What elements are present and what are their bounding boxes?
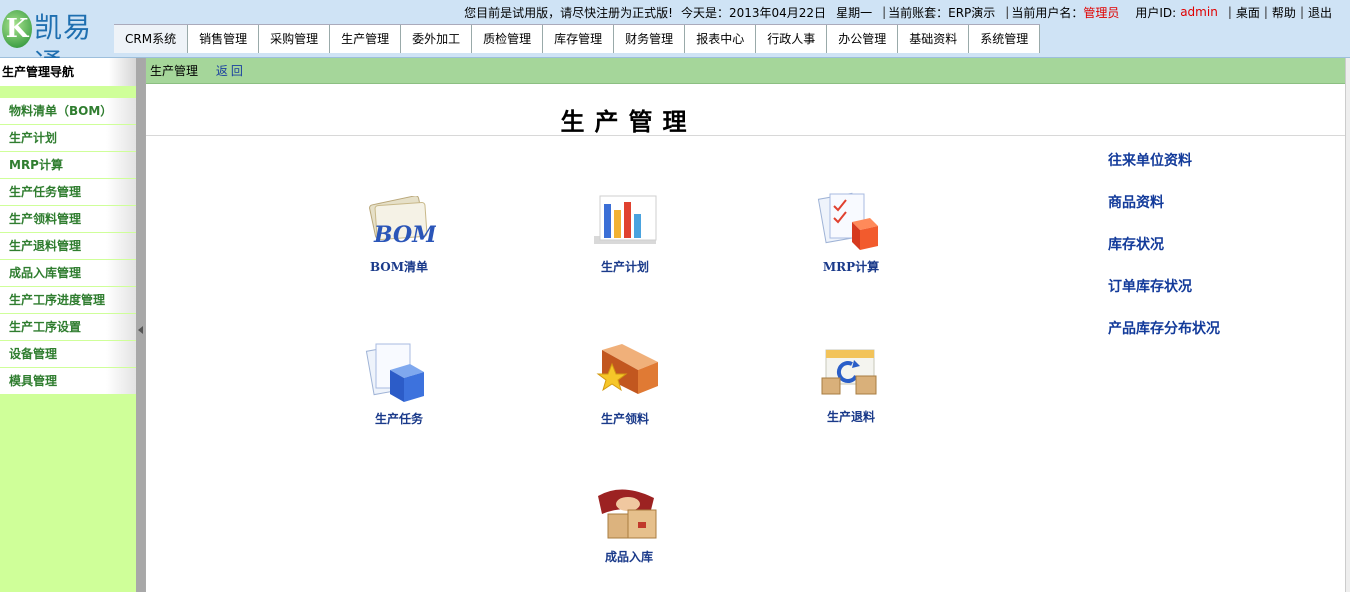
tile-plan-label: 生产计划 [600,260,649,274]
tile-return[interactable]: 生产退料 [796,340,906,430]
handshake-box-icon [598,489,657,539]
collapse-arrow-icon[interactable] [138,326,143,334]
tile-task-label: 生产任务 [374,412,423,426]
page-title: 生产管理 [560,107,697,136]
help-link[interactable]: 帮助 [1272,4,1296,21]
sidebar-item-molds[interactable]: 模具管理 [0,368,136,395]
sidebar-item-return[interactable]: 生产退料管理 [0,233,136,260]
tile-stockin-label: 成品入库 [604,550,653,564]
quick-links: 往来单位资料 商品资料 库存状况 订单库存状况 产品库存分布状况 [1108,150,1220,360]
nav-finance[interactable]: 财务管理 [614,25,686,53]
sidebar-item-task[interactable]: 生产任务管理 [0,179,136,206]
tile-return-label: 生产退料 [826,410,875,424]
bom-icon: BOM [369,196,436,248]
logout-link[interactable]: 退出 [1308,4,1332,21]
user-id-value: admin [1180,5,1218,19]
tile-pick[interactable]: 生产领料 [570,340,680,430]
task-box-icon [365,343,424,402]
sidebar-item-process-progress[interactable]: 生产工序进度管理 [0,287,136,314]
nav-hr[interactable]: 行政人事 [756,25,828,53]
separator: | [882,5,887,19]
sidebar-item-plan[interactable]: 生产计划 [0,125,136,152]
tile-stockin[interactable]: 成品入库 [574,482,684,572]
nav-crm[interactable]: CRM系统 [114,25,189,53]
user-id-label: 用户ID: [1135,5,1177,20]
quick-link-partners[interactable]: 往来单位资料 [1108,150,1220,192]
quick-link-order-stock[interactable]: 订单库存状况 [1108,276,1220,318]
vertical-scrollbar[interactable] [1345,58,1350,592]
current-user-label: 当前用户名： [1011,5,1084,20]
sidebar-item-process-setup[interactable]: 生产工序设置 [0,314,136,341]
separator: | [1005,5,1010,19]
return-boxes-icon [821,349,877,395]
nav-inventory[interactable]: 库存管理 [543,25,615,53]
sidebar-gap [0,86,136,98]
sidebar-title: 生产管理导航 [0,58,136,86]
info-bar: 您目前是试用版，请尽快注册为正式版! 今天是：2013年04月22日 星期一 |… [458,4,1332,20]
tile-task[interactable]: 生产任务 [344,340,454,430]
trial-notice: 您目前是试用版，请尽快注册为正式版! [464,5,673,20]
back-link[interactable]: 返回 [216,64,246,78]
sidebar-item-bom[interactable]: 物料清单（BOM） [0,98,136,125]
mrp-cube-icon [817,192,878,250]
separator: | [1263,5,1268,19]
sidebar-item-pick[interactable]: 生产领料管理 [0,206,136,233]
nav-quality[interactable]: 质检管理 [472,25,544,53]
sidebar-item-stockin[interactable]: 成品入库管理 [0,260,136,287]
tile-bom[interactable]: BOM BOM清单 [344,196,454,286]
bar-chart-icon [594,195,657,244]
nav-sales[interactable]: 销售管理 [188,25,260,53]
nav-reports[interactable]: 报表中心 [685,25,757,53]
sidebar-splitter[interactable] [136,58,145,592]
current-user-name: 管理员 [1083,5,1120,20]
main-nav: CRM系统 销售管理 采购管理 生产管理 委外加工 质检管理 库存管理 财务管理… [114,24,1041,53]
breadcrumb-current: 生产管理 [150,64,199,78]
desktop-link[interactable]: 桌面 [1236,4,1260,21]
current-account: 当前账套：ERP演示 [888,5,996,20]
tile-bom-label: BOM清单 [369,260,429,274]
nav-purchase[interactable]: 采购管理 [259,25,331,53]
nav-office[interactable]: 办公管理 [827,25,899,53]
app-logo[interactable]: K 凯易通 [2,4,112,80]
sidebar-item-mrp[interactable]: MRP计算 [0,152,136,179]
main-content: 生产管理 返回 生产管理 BOM BOM清单 生产计划 MRP计算 生产任务 生… [145,58,1350,592]
quick-link-stock-distribution[interactable]: 产品库存分布状况 [1108,318,1220,360]
nav-outsourcing[interactable]: 委外加工 [401,25,473,53]
nav-production[interactable]: 生产管理 [330,25,402,53]
tile-plan[interactable]: 生产计划 [570,192,680,282]
sidebar: 生产管理导航 物料清单（BOM） 生产计划 MRP计算 生产任务管理 生产领料管… [0,58,136,592]
svg-text:BOM: BOM [373,222,436,248]
logo-k-icon: K [2,10,32,48]
folder-star-icon [596,344,658,394]
tile-pick-label: 生产领料 [600,412,649,426]
nav-basic-data[interactable]: 基础资料 [898,25,970,53]
weekday: 星期一 [836,5,873,20]
tile-mrp-label: MRP计算 [822,260,880,274]
sidebar-item-equipment[interactable]: 设备管理 [0,341,136,368]
title-divider [146,135,1346,136]
nav-system[interactable]: 系统管理 [969,25,1041,53]
top-header: K 凯易通 您目前是试用版，请尽快注册为正式版! 今天是：2013年04月22日… [0,0,1350,80]
breadcrumb: 生产管理 返回 [146,58,1350,84]
today-date: 今天是：2013年04月22日 [680,5,827,20]
quick-link-stock-status[interactable]: 库存状况 [1108,234,1220,276]
quick-link-products[interactable]: 商品资料 [1108,192,1220,234]
separator: | [1299,5,1304,19]
separator: | [1227,5,1232,19]
tile-mrp[interactable]: MRP计算 [796,192,906,282]
